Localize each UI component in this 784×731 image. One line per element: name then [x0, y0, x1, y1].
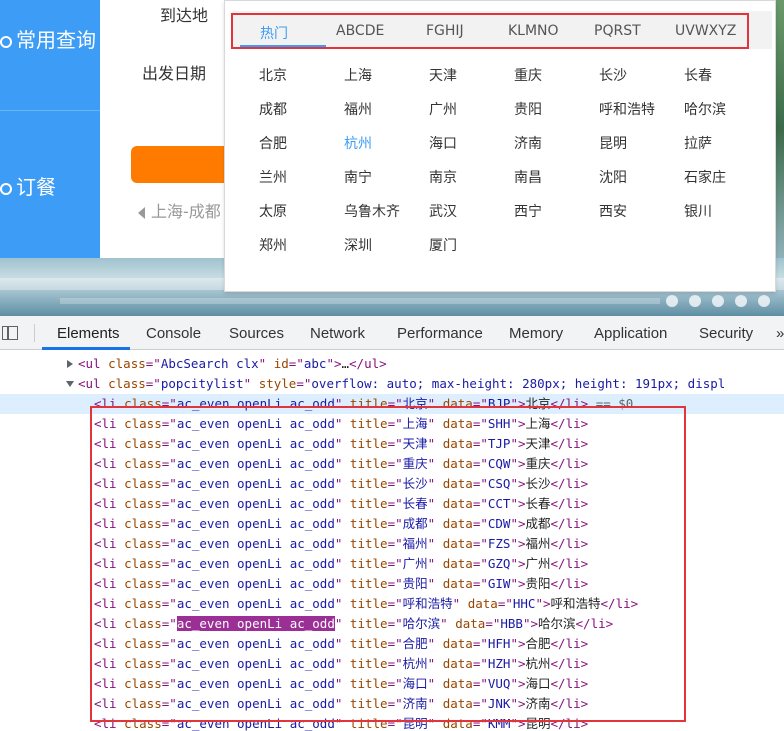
tab-network[interactable]: Network: [310, 325, 365, 342]
city-option[interactable]: 广州: [429, 99, 457, 119]
city-option[interactable]: 合肥: [259, 133, 287, 153]
city-option[interactable]: 重庆: [514, 65, 542, 85]
city-option[interactable]: 长沙: [599, 65, 627, 85]
city-option[interactable]: 哈尔滨: [684, 99, 726, 119]
route-text: 上海-成都: [151, 202, 221, 221]
arrive-label: 到达地: [160, 6, 209, 25]
scenery-image: [776, 0, 784, 258]
tab-sources[interactable]: Sources: [229, 325, 284, 342]
web-page-area: 常用查询 订餐 到达地 出发日期 上海-成都 热门 ABCDE FGHIJ KL…: [0, 0, 784, 316]
devtools-panel: Elements Console Sources Network Perform…: [0, 316, 784, 731]
city-option[interactable]: 上海: [344, 65, 372, 85]
dom-node-ul-popcitylist[interactable]: <ul class="popcitylist" style="overflow:…: [0, 374, 784, 394]
carousel-dot[interactable]: [666, 295, 678, 307]
depart-date-label: 出发日期: [142, 64, 207, 83]
active-tab-underline: [42, 347, 130, 350]
city-option[interactable]: 兰州: [259, 167, 287, 187]
carousel-dots: [666, 292, 781, 307]
nav-divider: [0, 110, 100, 111]
tab-performance[interactable]: Performance: [397, 325, 483, 342]
dom-node-ul-abc[interactable]: <ul class="AbcSearch clx" id="abc">…</ul…: [0, 354, 784, 374]
city-option[interactable]: 拉萨: [684, 133, 712, 153]
city-option[interactable]: 北京: [259, 65, 287, 85]
toolbar-divider: [34, 324, 35, 342]
city-option[interactable]: 乌鲁木齐: [344, 201, 400, 221]
nav-query-label: 常用查询: [16, 28, 96, 52]
expand-arrow-icon[interactable]: [67, 360, 73, 368]
city-option[interactable]: 昆明: [599, 133, 627, 153]
left-sidebar: 常用查询 订餐: [0, 0, 100, 258]
search-icon: [0, 35, 12, 48]
city-option[interactable]: 南京: [429, 167, 457, 187]
tabs-annotation-box: [231, 13, 749, 49]
tab-console[interactable]: Console: [146, 325, 201, 342]
city-option[interactable]: 杭州: [344, 133, 372, 153]
carousel-dot[interactable]: [689, 295, 701, 307]
recent-route-link[interactable]: 上海-成都: [138, 198, 221, 222]
devtools-toolbar: Elements Console Sources Network Perform…: [0, 316, 784, 350]
city-option[interactable]: 海口: [429, 133, 457, 153]
carousel-dot[interactable]: [712, 295, 724, 307]
city-option[interactable]: 沈阳: [599, 167, 627, 187]
city-option[interactable]: 成都: [259, 99, 287, 119]
city-option[interactable]: 南昌: [514, 167, 542, 187]
city-picker-popup: 热门 ABCDE FGHIJ KLMNO PQRST UVWXYZ 北京 上海 天津…: [224, 0, 776, 292]
tab-application[interactable]: Application: [594, 325, 667, 342]
bell-icon: [0, 182, 12, 195]
city-option[interactable]: 厦门: [429, 235, 457, 255]
li-annotation-box: [90, 406, 686, 722]
city-option[interactable]: 太原: [259, 201, 287, 221]
collapse-arrow-icon[interactable]: [66, 381, 74, 387]
city-option[interactable]: 呼和浩特: [599, 99, 655, 119]
nav-order-meal[interactable]: 订餐: [0, 171, 56, 200]
city-option[interactable]: 石家庄: [684, 167, 726, 187]
city-option[interactable]: 深圳: [344, 235, 372, 255]
device-toolbar-icon[interactable]: [2, 326, 18, 340]
carousel-dot[interactable]: [735, 295, 747, 307]
city-option[interactable]: 郑州: [259, 235, 287, 255]
nav-common-query[interactable]: 常用查询: [0, 24, 96, 53]
tab-security[interactable]: Security: [699, 325, 753, 342]
caret-left-icon: [138, 206, 145, 219]
tab-memory[interactable]: Memory: [509, 325, 563, 342]
city-option[interactable]: 西宁: [514, 201, 542, 221]
city-option[interactable]: 天津: [429, 65, 457, 85]
city-option[interactable]: 南宁: [344, 167, 372, 187]
nav-book-label: 订餐: [16, 175, 56, 199]
city-option[interactable]: 银川: [684, 201, 712, 221]
carousel-dot[interactable]: [758, 295, 770, 307]
city-option[interactable]: 西安: [599, 201, 627, 221]
more-tabs-icon[interactable]: »: [776, 325, 784, 342]
city-option[interactable]: 长春: [684, 65, 712, 85]
city-option[interactable]: 武汉: [429, 201, 457, 221]
city-option[interactable]: 济南: [514, 133, 542, 153]
tab-elements[interactable]: Elements: [57, 325, 120, 342]
city-option[interactable]: 福州: [344, 99, 372, 119]
city-option[interactable]: 贵阳: [514, 99, 542, 119]
